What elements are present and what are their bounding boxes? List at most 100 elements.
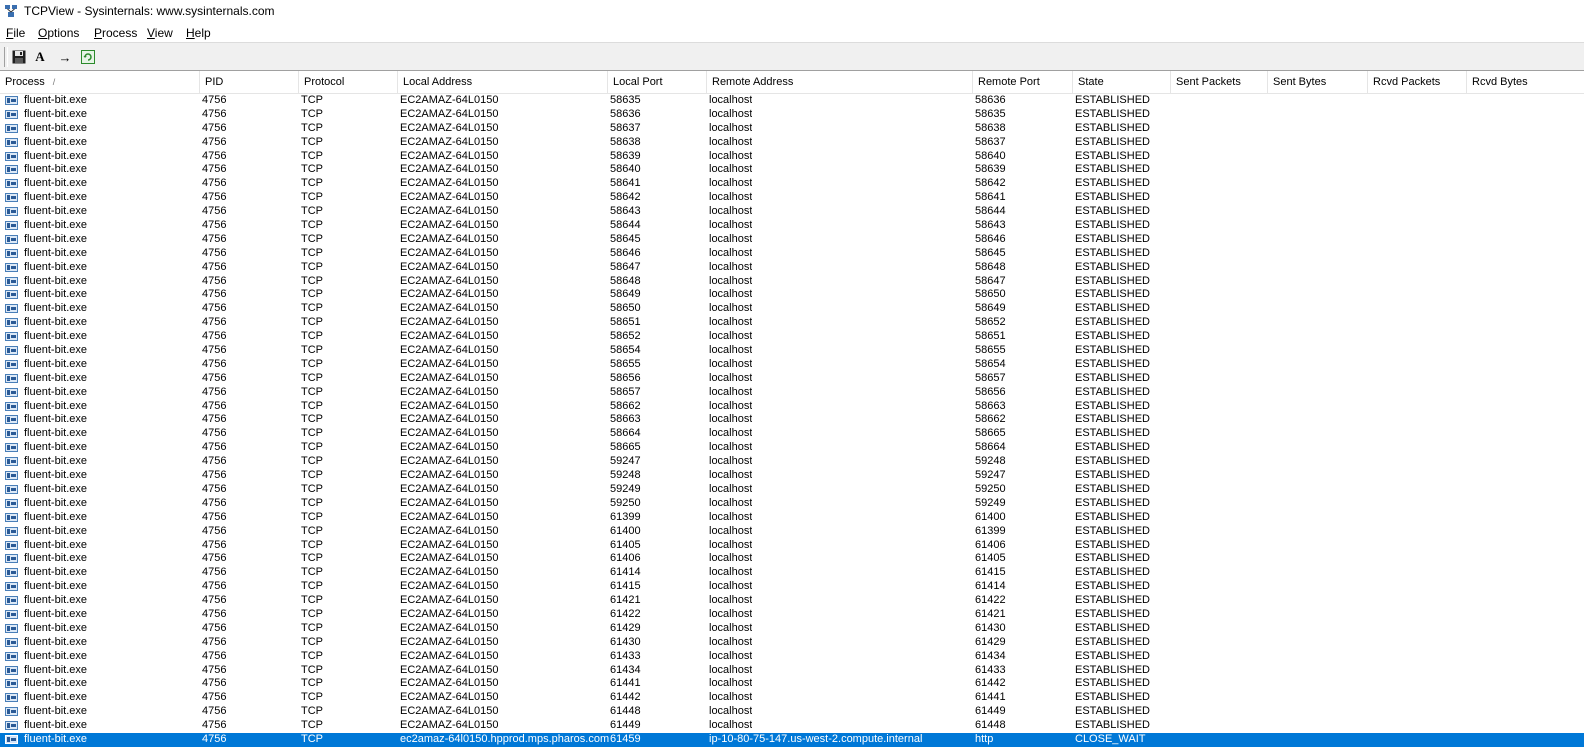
menu-options[interactable]: Options bbox=[38, 26, 79, 40]
cell-local-address: EC2AMAZ-64L0150 bbox=[400, 302, 499, 315]
column-remote-port[interactable]: Remote Port bbox=[973, 71, 1073, 93]
table-row[interactable]: fluent-bit.exe 4756 TCP EC2AMAZ-64L0150 5864… bbox=[0, 261, 1584, 275]
table-row[interactable]: fluent-bit.exe 4756 TCP EC2AMAZ-64L0150 6142… bbox=[0, 608, 1584, 622]
table-row-selected[interactable]: fluent-bit.exe 4756 TCP ec2amaz-64l0150.hpp… bbox=[0, 732, 1584, 747]
table-row[interactable]: fluent-bit.exe 4756 TCP EC2AMAZ-64L0150 5864… bbox=[0, 275, 1584, 289]
cell-pid: 4756 bbox=[202, 357, 227, 370]
table-row[interactable]: fluent-bit.exe 4756 TCP EC2AMAZ-64L0150 5924… bbox=[0, 483, 1584, 497]
table-row[interactable]: fluent-bit.exe 4756 TCP EC2AMAZ-64L0150 6141… bbox=[0, 580, 1584, 594]
cell-pid: 4756 bbox=[202, 121, 227, 134]
table-row[interactable]: fluent-bit.exe 4756 TCP EC2AMAZ-64L0150 5863… bbox=[0, 150, 1584, 164]
cell-remote-port: 58642 bbox=[975, 177, 1006, 190]
cell-state: ESTABLISHED bbox=[1075, 441, 1150, 454]
table-row[interactable]: fluent-bit.exe 4756 TCP EC2AMAZ-64L0150 6142… bbox=[0, 622, 1584, 636]
column-rcvd-bytes[interactable]: Rcvd Bytes bbox=[1467, 71, 1584, 93]
table-row[interactable]: fluent-bit.exe 4756 TCP EC2AMAZ-64L0150 5866… bbox=[0, 441, 1584, 455]
menu-help[interactable]: Help bbox=[186, 26, 211, 40]
cell-protocol: TCP bbox=[301, 121, 323, 134]
table-row[interactable]: fluent-bit.exe 4756 TCP EC2AMAZ-64L0150 5863… bbox=[0, 136, 1584, 150]
refresh-button[interactable] bbox=[78, 47, 98, 67]
cell-local-port: 58637 bbox=[610, 121, 641, 134]
cell-process: fluent-bit.exe bbox=[24, 205, 87, 218]
table-row[interactable]: fluent-bit.exe 4756 TCP EC2AMAZ-64L0150 5864… bbox=[0, 288, 1584, 302]
cell-remote-address: localhost bbox=[709, 441, 753, 454]
process-icon bbox=[5, 401, 18, 411]
table-row[interactable]: fluent-bit.exe 4756 TCP EC2AMAZ-64L0150 5864… bbox=[0, 177, 1584, 191]
table-row[interactable]: fluent-bit.exe 4756 TCP EC2AMAZ-64L0150 5863… bbox=[0, 94, 1584, 108]
table-row[interactable]: fluent-bit.exe 4756 TCP EC2AMAZ-64L0150 5863… bbox=[0, 108, 1584, 122]
cell-state: ESTABLISHED bbox=[1075, 719, 1150, 732]
cell-process: fluent-bit.exe bbox=[24, 107, 87, 120]
table-row[interactable]: fluent-bit.exe 4756 TCP EC2AMAZ-64L0150 6143… bbox=[0, 650, 1584, 664]
cell-remote-port: 58639 bbox=[975, 163, 1006, 176]
table-row[interactable]: fluent-bit.exe 4756 TCP EC2AMAZ-64L0150 6140… bbox=[0, 539, 1584, 553]
table-row[interactable]: fluent-bit.exe 4756 TCP EC2AMAZ-64L0150 5864… bbox=[0, 205, 1584, 219]
table-row[interactable]: fluent-bit.exe 4756 TCP EC2AMAZ-64L0150 6144… bbox=[0, 705, 1584, 719]
table-row[interactable]: fluent-bit.exe 4756 TCP EC2AMAZ-64L0150 5865… bbox=[0, 386, 1584, 400]
cell-remote-address: localhost bbox=[709, 482, 753, 495]
cell-local-address: EC2AMAZ-64L0150 bbox=[400, 344, 499, 357]
table-row[interactable]: fluent-bit.exe 4756 TCP EC2AMAZ-64L0150 6141… bbox=[0, 566, 1584, 580]
column-state[interactable]: State bbox=[1073, 71, 1171, 93]
table-row[interactable]: fluent-bit.exe 4756 TCP EC2AMAZ-64L0150 5863… bbox=[0, 122, 1584, 136]
table-row[interactable]: fluent-bit.exe 4756 TCP EC2AMAZ-64L0150 5865… bbox=[0, 302, 1584, 316]
cell-remote-address: localhost bbox=[709, 413, 753, 426]
menu-process[interactable]: Process bbox=[94, 26, 137, 40]
table-row[interactable]: fluent-bit.exe 4756 TCP EC2AMAZ-64L0150 5924… bbox=[0, 469, 1584, 483]
cell-remote-address: localhost bbox=[709, 621, 753, 634]
menu-view[interactable]: View bbox=[147, 26, 173, 40]
table-row[interactable]: fluent-bit.exe 4756 TCP EC2AMAZ-64L0150 6139… bbox=[0, 511, 1584, 525]
table-row[interactable]: fluent-bit.exe 4756 TCP EC2AMAZ-64L0150 5866… bbox=[0, 427, 1584, 441]
cell-local-address: EC2AMAZ-64L0150 bbox=[400, 635, 499, 648]
cell-protocol: TCP bbox=[301, 163, 323, 176]
table-row[interactable]: fluent-bit.exe 4756 TCP EC2AMAZ-64L0150 6143… bbox=[0, 636, 1584, 650]
cell-local-port: 61434 bbox=[610, 663, 641, 676]
cell-remote-port: 58640 bbox=[975, 149, 1006, 162]
cell-pid: 4756 bbox=[202, 552, 227, 565]
column-local-port[interactable]: Local Port bbox=[608, 71, 707, 93]
refresh-icon bbox=[81, 50, 95, 64]
cell-local-port: 58639 bbox=[610, 149, 641, 162]
column-remote-address[interactable]: Remote Address bbox=[707, 71, 973, 93]
table-row[interactable]: fluent-bit.exe 4756 TCP EC2AMAZ-64L0150 5865… bbox=[0, 330, 1584, 344]
font-button[interactable]: A bbox=[30, 47, 50, 67]
table-row[interactable]: fluent-bit.exe 4756 TCP EC2AMAZ-64L0150 6143… bbox=[0, 664, 1584, 678]
table-row[interactable]: fluent-bit.exe 4756 TCP EC2AMAZ-64L0150 5865… bbox=[0, 344, 1584, 358]
table-row[interactable]: fluent-bit.exe 4756 TCP EC2AMAZ-64L0150 5865… bbox=[0, 372, 1584, 386]
column-protocol[interactable]: Protocol bbox=[299, 71, 398, 93]
cell-local-address: EC2AMAZ-64L0150 bbox=[400, 191, 499, 204]
save-button[interactable] bbox=[9, 47, 29, 67]
cell-remote-address: localhost bbox=[709, 219, 753, 232]
column-process[interactable]: Process / bbox=[0, 71, 200, 93]
column-rcvd-packets[interactable]: Rcvd Packets bbox=[1368, 71, 1467, 93]
column-sent-packets[interactable]: Sent Packets bbox=[1171, 71, 1268, 93]
cell-process: fluent-bit.exe bbox=[24, 482, 87, 495]
table-row[interactable]: fluent-bit.exe 4756 TCP EC2AMAZ-64L0150 5925… bbox=[0, 497, 1584, 511]
table-row[interactable]: fluent-bit.exe 4756 TCP EC2AMAZ-64L0150 5865… bbox=[0, 358, 1584, 372]
process-icon bbox=[5, 96, 18, 105]
table-row[interactable]: fluent-bit.exe 4756 TCP EC2AMAZ-64L0150 5864… bbox=[0, 247, 1584, 261]
table-row[interactable]: fluent-bit.exe 4756 TCP EC2AMAZ-64L0150 5864… bbox=[0, 163, 1584, 177]
table-row[interactable]: fluent-bit.exe 4756 TCP EC2AMAZ-64L0150 6144… bbox=[0, 691, 1584, 705]
table-row[interactable]: fluent-bit.exe 4756 TCP EC2AMAZ-64L0150 5864… bbox=[0, 233, 1584, 247]
cell-local-port: 61399 bbox=[610, 510, 641, 523]
menu-file[interactable]: File bbox=[6, 26, 25, 40]
cell-state: ESTABLISHED bbox=[1075, 607, 1150, 620]
resolve-addresses-button[interactable]: → bbox=[55, 47, 75, 67]
table-row[interactable]: fluent-bit.exe 4756 TCP EC2AMAZ-64L0150 5924… bbox=[0, 455, 1584, 469]
table-row[interactable]: fluent-bit.exe 4756 TCP EC2AMAZ-64L0150 5865… bbox=[0, 316, 1584, 330]
table-row[interactable]: fluent-bit.exe 4756 TCP EC2AMAZ-64L0150 5866… bbox=[0, 400, 1584, 414]
column-local-address[interactable]: Local Address bbox=[398, 71, 608, 93]
table-row[interactable]: fluent-bit.exe 4756 TCP EC2AMAZ-64L0150 6140… bbox=[0, 552, 1584, 566]
table-row[interactable]: fluent-bit.exe 4756 TCP EC2AMAZ-64L0150 6140… bbox=[0, 525, 1584, 539]
cell-local-port: 58654 bbox=[610, 344, 641, 357]
table-row[interactable]: fluent-bit.exe 4756 TCP EC2AMAZ-64L0150 6144… bbox=[0, 719, 1584, 733]
table-row[interactable]: fluent-bit.exe 4756 TCP EC2AMAZ-64L0150 5864… bbox=[0, 219, 1584, 233]
table-row[interactable]: fluent-bit.exe 4756 TCP EC2AMAZ-64L0150 6144… bbox=[0, 677, 1584, 691]
table-row[interactable]: fluent-bit.exe 4756 TCP EC2AMAZ-64L0150 5866… bbox=[0, 413, 1584, 427]
table-row[interactable]: fluent-bit.exe 4756 TCP EC2AMAZ-64L0150 6142… bbox=[0, 594, 1584, 608]
column-sent-bytes[interactable]: Sent Bytes bbox=[1268, 71, 1368, 93]
table-row[interactable]: fluent-bit.exe 4756 TCP EC2AMAZ-64L0150 5864… bbox=[0, 191, 1584, 205]
cell-local-address: EC2AMAZ-64L0150 bbox=[400, 594, 499, 607]
column-pid[interactable]: PID bbox=[200, 71, 299, 93]
